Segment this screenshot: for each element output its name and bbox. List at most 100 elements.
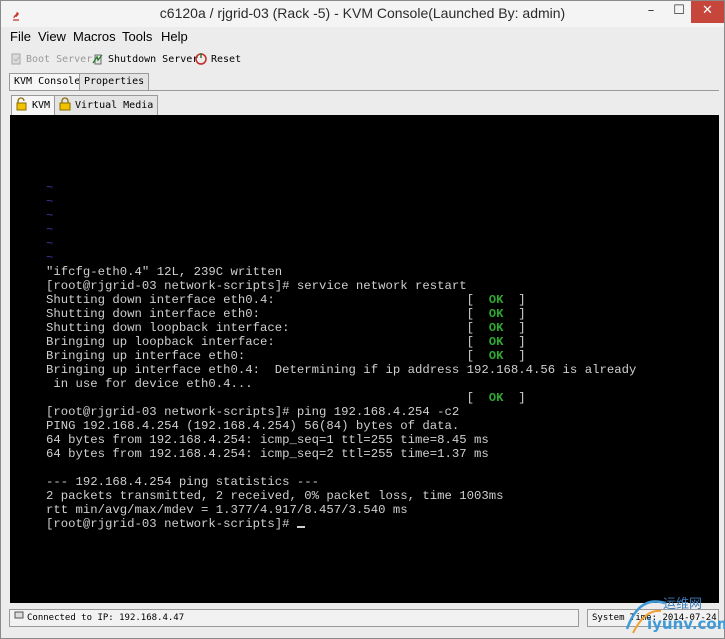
status-ok: [ OK ] (466, 391, 526, 405)
status-ok-label: OK (488, 307, 504, 321)
tab-kvm-console[interactable]: KVM Console (9, 73, 86, 91)
terminal-text: Shutting down interface eth0: (46, 307, 467, 321)
tab-kvm-label: KVM (32, 100, 51, 111)
terminal-text: Bringing up loopback interface: (46, 335, 467, 349)
kvm-console-window: c6120a / rjgrid-03 (Rack -5) - KVM Conso… (0, 0, 725, 639)
terminal-line: PING 192.168.4.254 (192.168.4.254) 56(84… (46, 419, 716, 433)
terminal-line: Shutting down interface eth0.4: [ OK ] (46, 293, 716, 307)
tab-virtual-media[interactable]: Virtual Media (54, 95, 159, 115)
status-ok: [ OK ] (466, 321, 526, 335)
terminal-line: 64 bytes from 192.168.4.254: icmp_seq=2 … (46, 447, 716, 461)
terminal-line: [root@rjgrid-03 network-scripts]# servic… (46, 279, 716, 293)
window-title: c6120a / rjgrid-03 (Rack -5) - KVM Conso… (159, 5, 566, 21)
tab-kvm[interactable]: KVM (11, 95, 56, 115)
shutdown-server-label: Shutdown Server (108, 53, 199, 65)
terminal-line: --- 192.168.4.254 ping statistics --- (46, 475, 716, 489)
inner-tab-strip: KVM Virtual Media (9, 95, 719, 115)
kvm-console-screen[interactable]: ~ ~ ~ ~ ~ ~ "ifcfg-eth0.4" 12L, 239C written [r… (10, 115, 719, 603)
vim-tilde: ~ (46, 251, 54, 265)
terminal-line: Shutting down interface eth0: [ OK ] (46, 307, 716, 321)
terminal-line: ~ (46, 209, 716, 223)
status-ok: [ OK ] (466, 307, 526, 321)
terminal-text: [root@rjgrid-03 network-scripts]# ping 1… (46, 405, 460, 419)
terminal-line: [root@rjgrid-03 network-scripts]# (46, 517, 716, 531)
terminal-text: rtt min/avg/max/mdev = 1.377/4.917/8.457… (46, 503, 408, 517)
terminal-line: Bringing up interface eth0: [ OK ] (46, 349, 716, 363)
terminal-cursor (296, 526, 305, 528)
minimize-button[interactable]: – (637, 1, 665, 23)
status-ok-label: OK (488, 349, 504, 363)
terminal-line: Bringing up loopback interface: [ OK ] (46, 335, 716, 349)
terminal-line: Shutting down loopback interface: [ OK ] (46, 321, 716, 335)
toolbar: Boot Server Shutdown Server Reset (1, 48, 724, 70)
terminal-text: 64 bytes from 192.168.4.254: icmp_seq=2 … (46, 447, 489, 461)
shutdown-server-icon (91, 52, 105, 66)
close-button[interactable]: ✕ (691, 1, 724, 23)
terminal-line: [root@rjgrid-03 network-scripts]# ping 1… (46, 405, 716, 419)
status-ok-label: OK (488, 391, 504, 405)
reset-icon (194, 52, 208, 66)
connection-text: Connected to IP: 192.168.4.47 (27, 613, 185, 623)
terminal-text: in use for device eth0.4... (46, 377, 253, 391)
terminal-line: 2 packets transmitted, 2 received, 0% pa… (46, 489, 716, 503)
status-ok-label: OK (488, 321, 504, 335)
tab-properties[interactable]: Properties (79, 73, 150, 91)
terminal-line: ~ (46, 195, 716, 209)
terminal-line: [ OK ] (46, 391, 716, 405)
vim-tilde: ~ (46, 209, 54, 223)
boot-server-button[interactable]: Boot Server (9, 50, 92, 68)
boot-server-label: Boot Server (26, 53, 93, 65)
terminal-line: "ifcfg-eth0.4" 12L, 239C written (46, 265, 716, 279)
menu-tools[interactable]: Tools (122, 29, 152, 44)
status-ok: [ OK ] (466, 293, 526, 307)
vim-tilde: ~ (46, 223, 54, 237)
terminal-line: ~ (46, 251, 716, 265)
status-bar: Connected to IP: 192.168.4.47 System Tim… (9, 609, 719, 627)
terminal-text: Bringing up interface eth0: (46, 349, 467, 363)
shutdown-server-button[interactable]: Shutdown Server (91, 50, 198, 68)
unlock-icon (15, 97, 29, 114)
vim-tilde: ~ (46, 181, 54, 195)
terminal-text: [root@rjgrid-03 network-scripts]# servic… (46, 279, 467, 293)
outer-tab-strip: KVM Console Properties (9, 73, 719, 91)
reset-label: Reset (211, 53, 242, 65)
menu-view[interactable]: View (38, 29, 66, 44)
terminal-text: PING 192.168.4.254 (192.168.4.254) 56(84… (46, 419, 460, 433)
connection-status: Connected to IP: 192.168.4.47 (9, 609, 579, 627)
terminal-text: Shutting down interface eth0.4: (46, 293, 467, 307)
boot-server-icon (9, 52, 23, 66)
system-time: System Time: 2014-07-24 (587, 609, 719, 627)
terminal-line: ~ (46, 223, 716, 237)
status-ok: [ OK ] (466, 349, 526, 363)
maximize-button[interactable]: ☐ (665, 1, 693, 23)
vim-tilde: ~ (46, 237, 54, 251)
terminal-line: 64 bytes from 192.168.4.254: icmp_seq=1 … (46, 433, 716, 447)
terminal-text: Bringing up interface eth0.4: Determinin… (46, 363, 637, 377)
connection-icon (14, 610, 24, 626)
tab-virtual-media-label: Virtual Media (75, 100, 154, 111)
lock-icon (58, 97, 72, 114)
terminal-text: Shutting down loopback interface: (46, 321, 467, 335)
menu-help[interactable]: Help (161, 29, 188, 44)
status-ok: [ OK ] (466, 335, 526, 349)
terminal-text: "ifcfg-eth0.4" 12L, 239C written (46, 265, 283, 279)
tab-divider (9, 90, 719, 91)
reset-button[interactable]: Reset (194, 50, 241, 68)
terminal-text: [root@rjgrid-03 network-scripts]# (46, 517, 297, 531)
terminal-line: ~ (46, 181, 716, 195)
menu-file[interactable]: File (10, 29, 31, 44)
terminal-text: 2 packets transmitted, 2 received, 0% pa… (46, 489, 504, 503)
terminal-text: 64 bytes from 192.168.4.254: icmp_seq=1 … (46, 433, 489, 447)
vim-tilde: ~ (46, 195, 54, 209)
menu-bar: File View Macros Tools Help (1, 28, 724, 47)
status-ok-label: OK (488, 293, 504, 307)
title-bar: c6120a / rjgrid-03 (Rack -5) - KVM Conso… (1, 1, 724, 27)
terminal-line: rtt min/avg/max/mdev = 1.377/4.917/8.457… (46, 503, 716, 517)
terminal-line: Bringing up interface eth0.4: Determinin… (46, 363, 716, 377)
status-ok-label: OK (488, 335, 504, 349)
menu-macros[interactable]: Macros (73, 29, 116, 44)
terminal-line: ~ (46, 237, 716, 251)
terminal-line: in use for device eth0.4... (46, 377, 716, 391)
